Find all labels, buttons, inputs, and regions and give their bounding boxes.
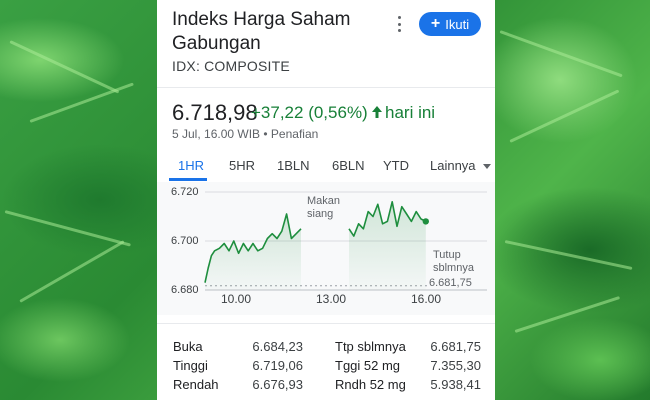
stock-card: Indeks Harga Saham Gabungan IDX: COMPOSI… [157,0,495,400]
stat-label: Buka [173,339,203,354]
stat-value: 6.681,75 [430,339,481,354]
change-period: hari ini [385,103,436,122]
header-divider [157,87,495,88]
stat-value: 6.719,06 [252,358,303,373]
x-tick-label: 16.00 [411,292,442,306]
stats-divider [157,323,495,324]
stat-label: Ttp sblmnya [335,339,406,354]
x-tick-label: 13.00 [316,292,347,306]
timestamp-disclaimer[interactable]: 5 Jul, 16.00 WIB • Penafian [172,127,318,141]
tab-1bln[interactable]: 1BLN [277,158,310,173]
stat-value: 7.355,30 [430,358,481,373]
active-tab-indicator [169,178,207,181]
range-tabs: 1HR 5HR 1BLN 6BLN YTD Lainnya [157,150,495,182]
tab-6bln[interactable]: 6BLN [332,158,365,173]
prev-close-value: 6.681,75 [429,277,472,289]
stock-title: Indeks Harga Saham Gabungan [172,9,351,54]
x-tick-label: 10.00 [221,292,252,306]
stat-value: 6.676,93 [252,377,303,392]
stat-label: Tinggi [173,358,208,373]
more-options-icon[interactable] [393,14,405,34]
stock-symbol: IDX: COMPOSITE [172,58,290,74]
last-point-marker [422,218,429,225]
morning-fill [205,214,301,290]
current-price: 6.718,98 [172,100,258,125]
tab-5hr[interactable]: 5HR [229,158,255,173]
follow-button[interactable]: + Ikuti [419,12,481,36]
up-arrow-icon [372,106,382,118]
stat-value: 6.684,23 [252,339,303,354]
y-tick-label: 6.720 [171,186,199,198]
chevron-down-icon [483,164,491,169]
y-tick-label: 6.680 [171,284,199,296]
prev-close-label: Tutup sblmnya [433,249,474,274]
plus-icon: + [430,15,441,32]
price-change: +37,22 (0,56%) [251,103,368,122]
tab-more[interactable]: Lainnya [430,158,476,173]
follow-label: Ikuti [445,16,470,32]
stat-label: Rndh 52 mg [335,377,406,392]
chart-markers [422,218,429,225]
lunch-break-label: Makan siang [307,195,341,220]
y-tick-label: 6.700 [171,235,199,247]
tab-ytd[interactable]: YTD [383,158,409,173]
stat-value: 5.938,41 [430,377,481,392]
stat-label: Tggi 52 mg [335,358,401,373]
stat-label: Rendah [173,377,219,392]
tab-1hr[interactable]: 1HR [178,158,204,173]
